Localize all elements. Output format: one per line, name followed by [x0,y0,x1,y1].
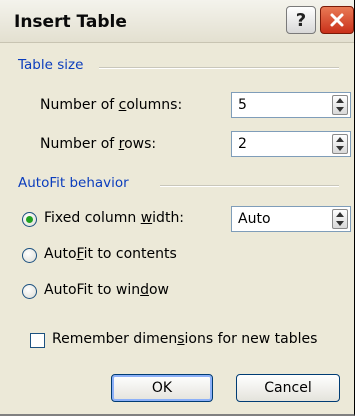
table-size-divider [99,67,339,69]
columns-spin-buttons[interactable] [332,95,348,115]
radio-selected-dot [26,216,33,223]
table-size-heading: Table size [18,57,84,73]
rows-value[interactable]: 2 [238,136,247,152]
fixed-width-value[interactable]: Auto [238,211,271,227]
fixed-width-spin-buttons[interactable] [332,209,348,229]
autofit-window-label[interactable]: AutoFit to window [44,282,169,298]
autofit-window-radio[interactable] [22,284,37,299]
columns-stepper[interactable]: 5 [231,92,351,118]
spin-down-icon[interactable] [336,107,344,112]
spin-up-icon[interactable] [336,137,344,142]
rows-spin-buttons[interactable] [332,134,348,154]
spin-down-icon[interactable] [336,146,344,151]
dialog-title: Insert Table [14,12,127,32]
autofit-divider [160,185,339,187]
fixed-width-label[interactable]: Fixed column width: [44,210,184,226]
close-button[interactable] [320,6,354,34]
spin-up-icon[interactable] [336,98,344,103]
help-button[interactable]: ? [286,6,316,34]
ok-button[interactable]: OK [111,374,213,402]
columns-value[interactable]: 5 [238,97,247,113]
remember-dimensions-label[interactable]: Remember dimensions for new tables [52,331,317,347]
cancel-button[interactable]: Cancel [236,374,340,402]
autofit-contents-radio[interactable] [22,248,37,263]
rows-stepper[interactable]: 2 [231,131,351,157]
remember-dimensions-checkbox[interactable] [30,333,45,348]
spin-up-icon[interactable] [336,212,344,217]
fixed-width-radio[interactable] [22,212,37,227]
autofit-contents-label[interactable]: AutoFit to contents [44,246,177,262]
fixed-width-stepper[interactable]: Auto [231,206,351,232]
columns-label: Number of columns: [40,97,183,113]
autofit-heading: AutoFit behavior [18,175,129,191]
spin-down-icon[interactable] [336,221,344,226]
insert-table-dialog: Insert Table ? Table size Number of colu… [0,0,355,416]
close-icon [330,13,344,27]
help-icon: ? [295,9,307,31]
rows-label: Number of rows: [40,136,157,152]
title-bar[interactable]: Insert Table ? [0,0,354,43]
